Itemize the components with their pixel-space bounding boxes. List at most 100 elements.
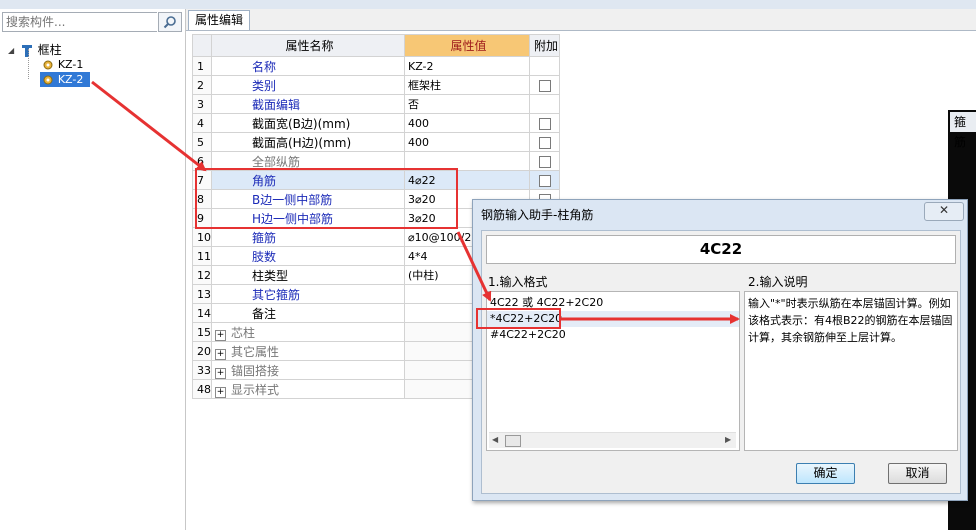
scroll-left-icon[interactable]: ◀: [492, 435, 498, 444]
ok-button[interactable]: 确定: [796, 463, 855, 484]
extra-cell: [529, 170, 560, 190]
property-name: 箍筋: [211, 227, 405, 247]
property-name-label: 名称: [252, 59, 277, 74]
row-number: 5: [192, 132, 212, 152]
preview-panel-title: 箍筋: [950, 112, 976, 149]
annotation-box-format: [476, 308, 561, 329]
extra-cell: [529, 75, 560, 95]
extra-cell: [529, 56, 560, 76]
tab-property-edit[interactable]: 属性编辑: [188, 10, 250, 30]
row-number: 12: [192, 265, 212, 285]
property-name: 其它箍筋: [211, 284, 405, 304]
dialog-body: 4C22 1.输入格式 2.输入说明 4C22 或 4C22+2C20 *4C2…: [481, 230, 961, 494]
row-number: 1: [192, 56, 212, 76]
format-item[interactable]: #4C22+2C20: [487, 327, 739, 343]
property-name: 截面宽(B边)(mm): [211, 113, 405, 133]
row-number: 2: [192, 75, 212, 95]
property-name-label: 锚固搭接: [231, 363, 280, 378]
property-name-label: 截面编辑: [252, 97, 301, 112]
header-extra: 附加: [529, 34, 560, 57]
grid-header-row: 属性名称 属性值 附加: [192, 34, 560, 57]
extra-checkbox[interactable]: [538, 155, 551, 168]
expand-icon[interactable]: +: [215, 329, 226, 341]
property-name: + 锚固搭接: [211, 360, 405, 380]
tree-root[interactable]: ◢ 框柱: [8, 41, 62, 58]
header-value: 属性值: [404, 34, 530, 57]
grid-row[interactable]: 5 截面高(H边)(mm) 400: [192, 132, 560, 152]
gear-icon: [43, 75, 53, 84]
collapse-icon[interactable]: ◢: [8, 46, 16, 55]
row-number: 20: [192, 341, 212, 361]
property-name-label: 截面宽(B边)(mm): [252, 116, 351, 131]
tree-root-label: 框柱: [37, 43, 62, 57]
extra-checkbox[interactable]: [538, 136, 551, 149]
component-tree-panel: ◢ 框柱 KZ-1 KZ-2: [0, 9, 186, 530]
property-name: + 显示样式: [211, 379, 405, 399]
search-icon: [163, 16, 176, 29]
expand-icon[interactable]: +: [215, 348, 226, 360]
row-number: 14: [192, 303, 212, 323]
property-name: + 芯柱: [211, 322, 405, 342]
annotation-box-rebar-rows: [195, 168, 458, 229]
extra-checkbox[interactable]: [538, 117, 551, 130]
grid-row[interactable]: 2 类别 框架柱: [192, 75, 560, 95]
close-button[interactable]: ✕: [924, 202, 964, 221]
rebar-input-dialog: 钢筋输入助手-柱角筋 ✕ 4C22 1.输入格式 2.输入说明 4C22 或 4…: [472, 199, 968, 501]
row-number: 33: [192, 360, 212, 380]
description-label: 2.输入说明: [748, 275, 808, 289]
close-icon: ✕: [938, 203, 950, 217]
scroll-thumb[interactable]: [505, 435, 521, 447]
grid-row[interactable]: 1 名称 KZ-2: [192, 56, 560, 76]
property-name-label: 肢数: [252, 249, 277, 264]
extra-cell: [529, 132, 560, 152]
property-value[interactable]: 框架柱: [404, 75, 530, 95]
description-box: 输入"*"时表示纵筋在本层锚固计算。例如该格式表示：有4根B22的钢筋在本层锚固…: [744, 291, 958, 451]
property-value[interactable]: 400: [404, 113, 530, 133]
row-number: 15: [192, 322, 212, 342]
extra-checkbox[interactable]: [538, 79, 551, 92]
description-text: 输入"*"时表示纵筋在本层锚固计算。例如该格式表示：有4根B22的钢筋在本层锚固…: [748, 297, 953, 344]
expand-icon[interactable]: +: [215, 386, 226, 398]
cancel-button[interactable]: 取消: [888, 463, 947, 484]
horizontal-scrollbar[interactable]: ◀ ▶: [489, 432, 736, 448]
search-box[interactable]: [2, 12, 159, 32]
property-name-label: 芯柱: [231, 325, 256, 340]
row-number: 10: [192, 227, 212, 247]
row-number: 48: [192, 379, 212, 399]
grid-row[interactable]: 4 截面宽(B边)(mm) 400: [192, 113, 560, 133]
scroll-right-icon[interactable]: ▶: [725, 435, 731, 444]
property-value[interactable]: 400: [404, 132, 530, 152]
property-name-label: 柱类型: [252, 268, 289, 283]
tree-item-kz1[interactable]: KZ-1: [42, 57, 83, 71]
property-value[interactable]: 否: [404, 94, 530, 114]
search-input[interactable]: [3, 13, 159, 31]
tree-item-kz2[interactable]: KZ-2: [40, 72, 90, 87]
grid-row[interactable]: 3 截面编辑 否: [192, 94, 560, 114]
tree-line: [28, 49, 30, 79]
property-name-label: 截面高(H边)(mm): [252, 135, 352, 150]
property-value[interactable]: KZ-2: [404, 56, 530, 76]
property-name-label: 显示样式: [231, 382, 280, 397]
gear-icon: [43, 60, 53, 69]
dialog-title: 钢筋输入助手-柱角筋: [481, 208, 594, 222]
extra-cell: [529, 151, 560, 171]
property-name-label: 其它属性: [231, 344, 280, 359]
row-number: 11: [192, 246, 212, 266]
property-name-label: 类别: [252, 78, 277, 93]
tab-bar: [186, 9, 976, 31]
property-name: + 其它属性: [211, 341, 405, 361]
row-number: 4: [192, 113, 212, 133]
expand-icon[interactable]: +: [215, 367, 226, 379]
tree-item-label: KZ-1: [57, 58, 84, 71]
property-name-label: 箍筋: [252, 230, 277, 245]
extra-checkbox[interactable]: [538, 174, 551, 187]
search-button[interactable]: [158, 12, 182, 32]
column-icon: [21, 44, 32, 57]
format-label: 1.输入格式: [488, 275, 548, 289]
property-name: 备注: [211, 303, 405, 323]
property-name: 类别: [211, 75, 405, 95]
extra-cell: [529, 113, 560, 133]
extra-cell: [529, 94, 560, 114]
current-value-display: 4C22: [486, 235, 956, 264]
property-name: 截面高(H边)(mm): [211, 132, 405, 152]
